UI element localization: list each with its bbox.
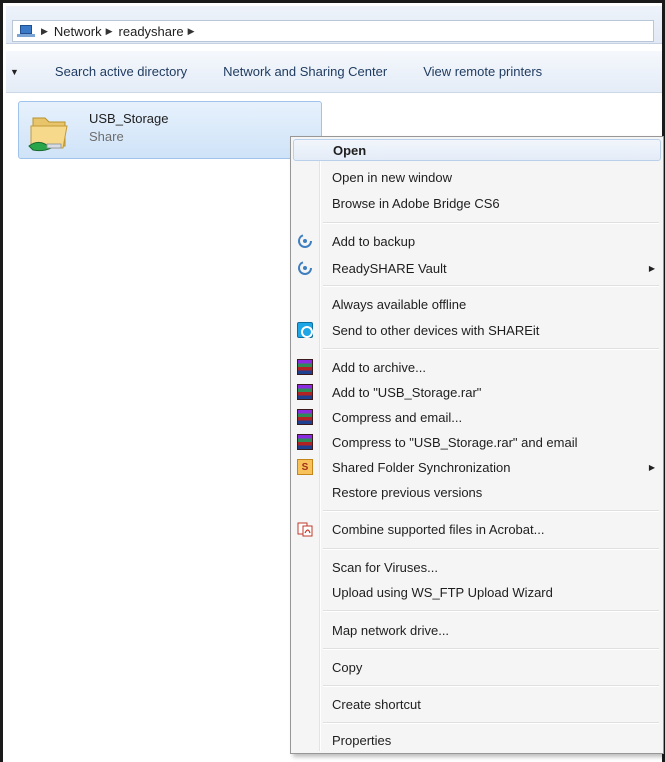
menu-item-label: Restore previous versions: [332, 484, 483, 500]
chevron-right-icon[interactable]: ▶: [106, 26, 113, 37]
menu-separator: [323, 685, 659, 687]
menu-separator: [323, 222, 659, 224]
menu-item-label: Always available offline: [332, 296, 467, 312]
submenu-arrow-icon: ▶: [648, 462, 655, 472]
menu-separator: [323, 548, 659, 550]
menu-item-label: Create shortcut: [332, 696, 421, 712]
menu-item-label: Compress to "USB_Storage.rar" and email: [332, 434, 578, 450]
context-menu: Open Open in new window Browse in Adobe …: [290, 136, 664, 754]
organize-dropdown-icon[interactable]: ▼: [10, 67, 19, 77]
backup-icon: [298, 234, 312, 248]
network-sharing-center-button[interactable]: Network and Sharing Center: [223, 64, 387, 79]
chevron-right-icon[interactable]: ▶: [41, 26, 48, 37]
menu-item-label: Open: [333, 142, 367, 158]
search-active-directory-button[interactable]: Search active directory: [55, 64, 187, 79]
menu-separator: [323, 348, 659, 350]
vault-icon: [298, 261, 312, 275]
menu-item-label: Open in new window: [332, 169, 452, 185]
menu-item-open-new-window[interactable]: Open in new window: [293, 166, 661, 188]
menu-separator: [323, 648, 659, 650]
menu-item-label: Add to "USB_Storage.rar": [332, 384, 482, 400]
menu-item-copy[interactable]: Copy: [293, 656, 661, 678]
menu-item-send-shareit[interactable]: Send to other devices with SHAREit: [293, 319, 661, 341]
winrar-icon: [297, 359, 313, 375]
menu-item-label: Add to archive...: [332, 359, 426, 375]
view-remote-printers-button[interactable]: View remote printers: [423, 64, 542, 79]
menu-item-scan-viruses[interactable]: Scan for Viruses...: [293, 556, 661, 578]
menu-separator: [323, 285, 659, 287]
address-bar-region: ▶ Network ▶ readyshare ▶: [6, 6, 662, 44]
folder-name: USB_Storage: [89, 111, 169, 126]
menu-item-readyshare-vault[interactable]: ReadySHARE Vault ▶: [293, 257, 661, 279]
menu-item-label: Browse in Adobe Bridge CS6: [332, 195, 500, 211]
menu-item-label: Map network drive...: [332, 622, 450, 638]
command-bar: ▼ Search active directory Network and Sh…: [6, 51, 662, 93]
menu-separator: [323, 610, 659, 612]
menu-item-combine-acrobat[interactable]: Combine supported files in Acrobat...: [293, 518, 661, 540]
folder-item-usb-storage[interactable]: USB_Storage Share: [18, 101, 322, 159]
menu-item-browse-bridge[interactable]: Browse in Adobe Bridge CS6: [293, 192, 661, 214]
winrar-icon: [297, 409, 313, 425]
menu-separator: [323, 722, 659, 724]
network-icon: [17, 24, 35, 38]
menu-item-compress-rar-email[interactable]: Compress to "USB_Storage.rar" and email: [293, 431, 661, 453]
menu-item-add-to-rar[interactable]: Add to "USB_Storage.rar": [293, 381, 661, 403]
explorer-window: ▶ Network ▶ readyshare ▶ ▼ Search active…: [0, 0, 665, 762]
menu-item-label: Combine supported files in Acrobat...: [332, 521, 545, 537]
folder-type: Share: [89, 129, 124, 144]
shareit-icon: [297, 322, 313, 338]
menu-item-label: Compress and email...: [332, 409, 463, 425]
menu-item-compress-email[interactable]: Compress and email...: [293, 406, 661, 428]
menu-item-open[interactable]: Open: [293, 139, 661, 161]
winrar-icon: [297, 434, 313, 450]
menu-separator: [323, 510, 659, 512]
menu-item-label: Shared Folder Synchronization: [332, 459, 511, 475]
menu-item-add-to-archive[interactable]: Add to archive...: [293, 356, 661, 378]
shared-folder-icon: [28, 117, 68, 152]
submenu-arrow-icon: ▶: [648, 263, 655, 273]
menu-item-upload-wsftp[interactable]: Upload using WS_FTP Upload Wizard: [293, 581, 661, 603]
address-bar[interactable]: ▶ Network ▶ readyshare ▶: [12, 20, 654, 42]
menu-item-always-offline[interactable]: Always available offline: [293, 293, 661, 315]
breadcrumb-network[interactable]: Network: [54, 24, 102, 39]
winrar-icon: [297, 384, 313, 400]
menu-item-create-shortcut[interactable]: Create shortcut: [293, 693, 661, 715]
menu-item-label: Send to other devices with SHAREit: [332, 322, 540, 338]
menu-item-map-drive[interactable]: Map network drive...: [293, 619, 661, 641]
breadcrumb-readyshare[interactable]: readyshare: [119, 24, 184, 39]
menu-item-label: Properties: [332, 732, 392, 748]
menu-item-label: Scan for Viruses...: [332, 559, 438, 575]
sync-icon: S: [297, 459, 313, 475]
menu-item-label: Copy: [332, 659, 363, 675]
menu-item-label: Add to backup: [332, 233, 416, 249]
menu-item-label: Upload using WS_FTP Upload Wizard: [332, 584, 553, 600]
menu-item-label: ReadySHARE Vault: [332, 260, 447, 276]
menu-item-shared-folder-sync[interactable]: S Shared Folder Synchronization ▶: [293, 456, 661, 478]
menu-item-add-to-backup[interactable]: Add to backup: [293, 230, 661, 252]
chevron-right-icon[interactable]: ▶: [188, 26, 195, 37]
acrobat-icon: [297, 522, 313, 537]
menu-item-properties[interactable]: Properties: [293, 729, 661, 751]
menu-item-restore-versions[interactable]: Restore previous versions: [293, 481, 661, 503]
